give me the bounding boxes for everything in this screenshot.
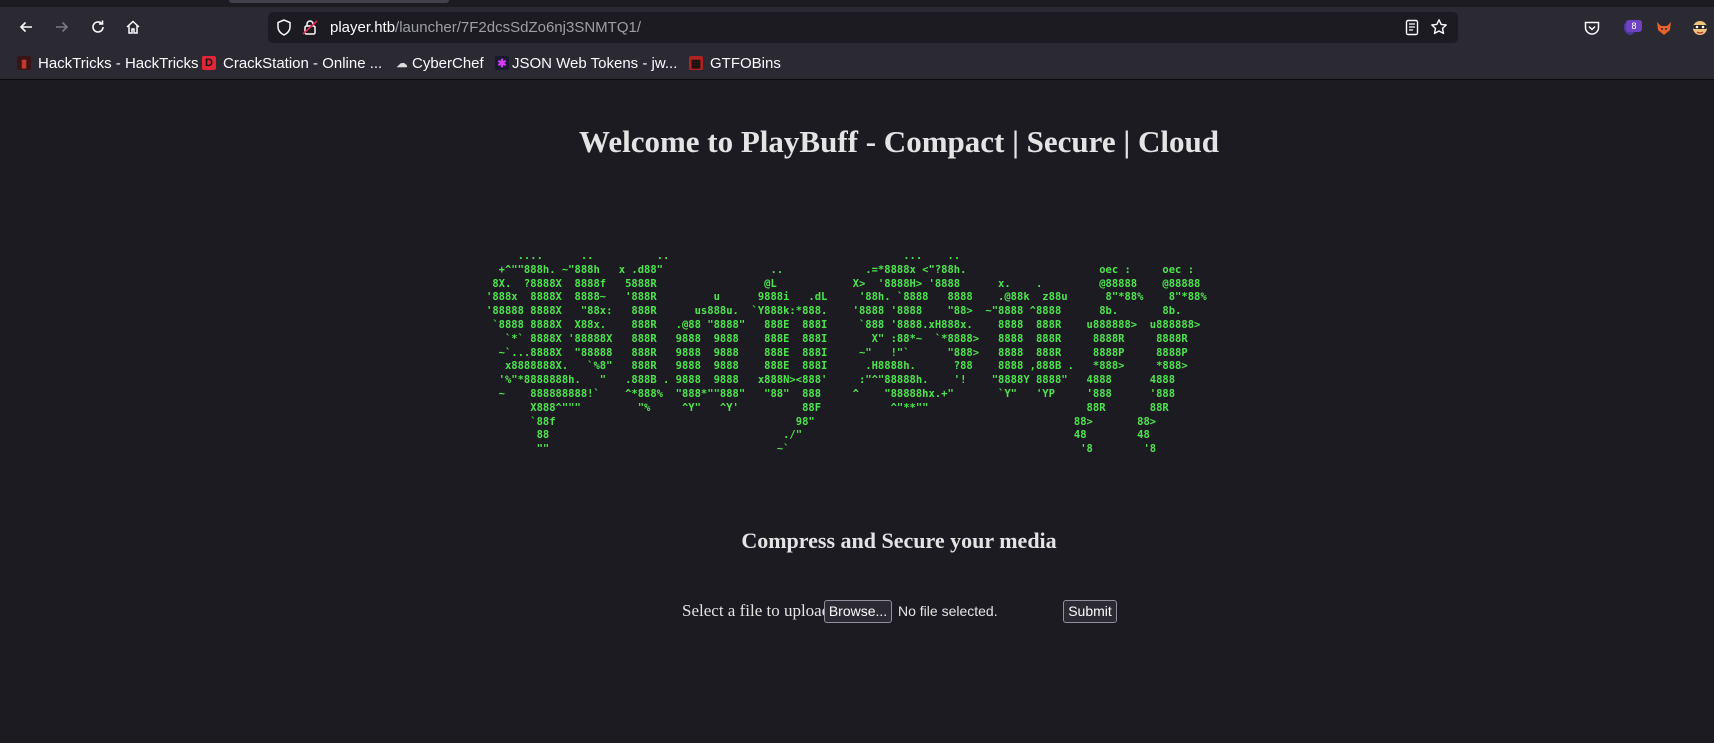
navigation-toolbar: player.htb/launcher/7F2dcsSdZo6nj3SNMTQ1…: [0, 7, 1714, 47]
crackstation-icon: D: [202, 56, 216, 70]
tab-strip: [0, 0, 1714, 7]
ascii-art-logo: .... .. .. ... .. +^""888h. ~"888h x .d8…: [486, 250, 1207, 456]
pocket-button[interactable]: [1580, 16, 1604, 40]
bookmark-label: CrackStation - Online ...: [223, 54, 383, 72]
hacktricks-icon: ▮: [17, 56, 31, 70]
home-button[interactable]: [118, 12, 148, 42]
bookmark-label: JSON Web Tokens - jw...: [512, 54, 678, 72]
reload-icon: [92, 20, 104, 33]
submit-button[interactable]: Submit: [1063, 600, 1117, 623]
section-heading: Compress and Secure your media: [741, 528, 1057, 553]
extension-badge: 8: [1626, 20, 1642, 32]
url-path: /launcher/7F2dcsSdZo6nj3SNMTQ1/: [395, 19, 641, 36]
reload-button[interactable]: [83, 12, 113, 42]
home-icon: [126, 20, 140, 34]
forward-button[interactable]: [47, 12, 77, 42]
fox-icon: [1657, 22, 1671, 35]
bookmark-label: CyberChef: [412, 54, 484, 72]
file-status-text: No file selected.: [898, 603, 998, 619]
reader-view-icon[interactable]: [1404, 19, 1420, 36]
jwt-icon: ✱: [495, 56, 509, 70]
pocket-icon: [1584, 21, 1600, 35]
foxyproxy-button[interactable]: [1652, 16, 1676, 40]
bookmark-hacktricks[interactable]: ▮ HackTricks - HackTricks: [17, 53, 199, 73]
shield-icon[interactable]: [276, 19, 292, 36]
url-text[interactable]: player.htb/launcher/7F2dcsSdZo6nj3SNMTQ1…: [330, 19, 641, 36]
bookmark-crackstation[interactable]: D CrackStation - Online ...: [202, 53, 382, 73]
masked-avatar-icon: [1693, 21, 1707, 35]
gtfobins-icon: ▦: [689, 56, 703, 70]
upload-label: Select a file to upload: [682, 601, 831, 620]
active-tab[interactable]: [229, 0, 449, 3]
page-title: Welcome to PlayBuff - Compact | Secure |…: [579, 124, 1219, 159]
arrow-right-icon: [56, 21, 69, 33]
bookmark-jwt[interactable]: ✱ JSON Web Tokens - jw...: [495, 53, 677, 73]
profile-button[interactable]: [1688, 16, 1712, 40]
address-bar[interactable]: player.htb/launcher/7F2dcsSdZo6nj3SNMTQ1…: [268, 12, 1458, 43]
bookmark-star-icon[interactable]: [1430, 18, 1448, 36]
bookmark-cyberchef[interactable]: ☁ CyberChef: [395, 53, 484, 73]
back-button[interactable]: [11, 12, 41, 42]
bookmark-gtfobins[interactable]: ▦ GTFOBins: [689, 53, 781, 73]
arrow-left-icon: [19, 21, 32, 33]
bookmark-label: GTFOBins: [710, 54, 781, 72]
insecure-lock-icon[interactable]: [302, 19, 318, 36]
cyberchef-icon: ☁: [395, 56, 409, 70]
page-content: Welcome to PlayBuff - Compact | Secure |…: [0, 80, 1714, 743]
bookmark-label: HackTricks - HackTricks: [38, 54, 199, 72]
browse-button[interactable]: Browse...: [824, 600, 892, 623]
bookmarks-toolbar: ▮ HackTricks - HackTricks D CrackStation…: [0, 47, 1714, 80]
url-host: player.htb: [330, 19, 396, 36]
